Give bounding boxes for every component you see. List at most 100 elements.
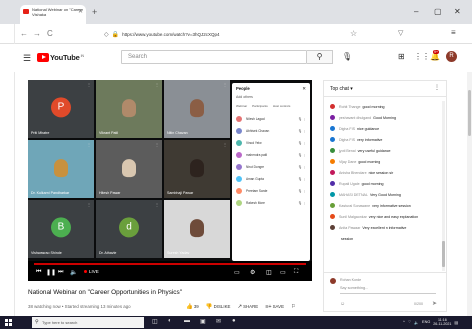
share-button[interactable]: ↗SHARE	[237, 304, 258, 310]
mail-icon[interactable]: ✉	[216, 318, 221, 325]
chat-message-avatar	[330, 104, 335, 109]
page-scrollbar-thumb[interactable]	[468, 90, 471, 136]
participant-row-avatar	[236, 175, 242, 182]
tab-title: National Webinar on "Career O Vishaka	[32, 7, 83, 17]
participant-row-avatar	[236, 187, 242, 194]
player-controls: ⏮ ❚❚ ⏭ 🔈 LIVE ▭ ⚙ ◫ ▭ ⛶	[28, 261, 312, 281]
chat-message: session	[324, 233, 442, 244]
chat-message-author: Rohit Thange	[339, 104, 361, 109]
volume-icon[interactable]: 🔈	[70, 269, 77, 276]
report-flag-button[interactable]: ⚐	[291, 304, 297, 310]
miniplayer-icon[interactable]: ◫	[266, 269, 272, 276]
skip-previous-icon[interactable]: ⏮	[36, 269, 41, 276]
notification-center-icon[interactable]: ▤	[454, 320, 458, 325]
participant-video-face	[190, 219, 204, 238]
language-indicator[interactable]: ENG	[422, 320, 430, 324]
chat-message: Kasturai Sonawane very informative sessio…	[324, 200, 442, 211]
task-view-icon[interactable]: ◫	[152, 318, 158, 325]
chat-message-author: Vijay Dane	[339, 159, 357, 164]
chat-message: jyoti Benal very useful guidance	[324, 145, 442, 156]
video-meta: 38 watching now • Started streaming 13 m…	[28, 304, 131, 309]
reload-button[interactable]: C	[47, 29, 53, 38]
volume-tray-icon[interactable]: 🔈	[414, 320, 419, 325]
participant-tile-name: Priti Mhatre	[31, 131, 50, 135]
participant-tile: P ⋮ Priti Mhatre	[28, 80, 94, 138]
send-icon[interactable]: ➤	[432, 300, 437, 307]
chat-message-author: MAHASI DETNAL	[339, 192, 368, 197]
youtube-logo[interactable]: YouTube IN	[37, 53, 84, 62]
page-scrollbar[interactable]	[467, 72, 472, 316]
taskbar-search-input[interactable]: ⚲ Type here to search	[32, 317, 144, 328]
taskbar-clock[interactable]: 11:16 26-11-2021	[433, 318, 451, 326]
participant-video-face	[54, 159, 68, 178]
dislike-label: DISLIKE	[213, 304, 231, 309]
firefox-icon[interactable]: ●	[232, 318, 236, 324]
system-tray: ^ ⌔ 🔈 ENG 11:16 26-11-2021 ▤	[403, 318, 458, 326]
emoji-icon[interactable]: ☺	[340, 301, 345, 307]
youtube-header: ☰ YouTube IN Search ⚲ 🎙 ⊞ ⋮⋮ 🔔 9+ R	[0, 44, 472, 72]
live-progress-bar[interactable]	[34, 263, 306, 265]
participant-tile: ⋮ Suresh Yadav	[164, 200, 230, 258]
participants-panel: People ✕ Add others Webinar Participants…	[232, 83, 310, 261]
subtitles-icon[interactable]: ▭	[234, 269, 240, 276]
account-avatar[interactable]: R	[446, 51, 457, 62]
skip-next-icon[interactable]: ⏭	[58, 269, 63, 276]
participant-tile: ⋮ Dr. Kulkarni Pandharkar	[28, 140, 94, 198]
store-icon[interactable]: ▣	[200, 318, 206, 325]
maximize-button[interactable]: ▢	[434, 7, 442, 16]
chat-message-text: Very Good Morning	[369, 192, 401, 197]
chat-message-text: good morning	[358, 159, 381, 164]
participant-tile-name: Dr. Athavle	[99, 251, 117, 255]
search-input[interactable]: Search	[121, 50, 307, 64]
chat-scrollbar-thumb[interactable]	[442, 241, 445, 267]
video-player[interactable]: P ⋮ Priti Mhatre ⋮ Vikrant Patil ⋮ Nitin Chava…	[28, 80, 312, 281]
chat-message-avatar	[330, 236, 335, 241]
back-button[interactable]: ←	[20, 29, 28, 38]
chat-message: Vijay Dane good morning	[324, 156, 442, 167]
live-indicator[interactable]: LIVE	[84, 269, 99, 275]
clock-date: 26-11-2021	[433, 322, 452, 327]
like-button[interactable]: 👍39	[186, 304, 199, 310]
new-tab-button[interactable]: +	[92, 7, 97, 17]
browser-menu-icon[interactable]: ≡	[451, 28, 456, 37]
bookmark-star-icon[interactable]: ☆	[350, 29, 357, 38]
youtube-play-logo-icon	[37, 53, 49, 62]
browser-tab[interactable]: National Webinar on "Career O Vishaka ✕	[20, 5, 86, 24]
participant-row-name: Preetam Sarde	[246, 188, 268, 193]
search-button[interactable]: ⚲	[307, 50, 333, 64]
edge-browser-icon[interactable]: ◐	[168, 318, 172, 324]
chat-message-avatar	[330, 214, 335, 219]
forward-button[interactable]: →	[33, 29, 41, 38]
microphone-icon[interactable]: 🎙	[342, 52, 352, 61]
pocket-icon[interactable]: ▽	[398, 29, 403, 37]
theater-mode-icon[interactable]: ▭	[280, 269, 286, 276]
hamburger-menu-icon[interactable]: ☰	[23, 53, 31, 64]
close-window-button[interactable]: ✕	[454, 7, 461, 16]
save-button[interactable]: ≡+SAVE	[265, 304, 284, 310]
chat-message: Rupali Ugale good morning	[324, 178, 442, 189]
chat-scrollbar[interactable]	[442, 101, 445, 271]
tray-up-arrow-icon[interactable]: ^	[403, 320, 405, 324]
chat-message: Digha FIS very informative	[324, 134, 442, 145]
create-video-icon[interactable]: ⊞	[398, 52, 405, 61]
tab-close-icon[interactable]: ✕	[78, 8, 83, 15]
pause-icon[interactable]: ❚❚	[46, 269, 56, 276]
apps-grid-icon[interactable]: ⋮⋮	[414, 52, 430, 61]
network-icon[interactable]: ⌔	[408, 320, 412, 325]
chat-more-options-icon[interactable]: ⋮	[434, 84, 440, 91]
like-count: 39	[193, 304, 199, 309]
chat-input-area: Rohan Korde Say something... ☺ 0/200 ➤	[324, 272, 446, 311]
dislike-button[interactable]: 👎DISLIKE	[206, 304, 231, 310]
chat-message-input[interactable]: Say something...	[340, 286, 436, 294]
thumbs-up-icon: 👍	[186, 304, 193, 310]
windows-start-icon[interactable]	[5, 319, 12, 326]
participant-row-mic-icon: 🎙 ⋮	[297, 116, 306, 121]
fullscreen-icon[interactable]: ⛶	[294, 269, 298, 276]
minimize-button[interactable]: –	[414, 7, 418, 16]
participant-video-face	[122, 159, 136, 178]
live-chat-panel: Top chat ▾ ⋮ Rohit Thange good morning yes…	[323, 80, 447, 312]
file-explorer-icon[interactable]: ▬	[184, 318, 190, 324]
settings-gear-icon[interactable]: ⚙	[250, 269, 255, 276]
chat-mode-dropdown[interactable]: Top chat ▾	[330, 86, 353, 92]
address-bar[interactable]: ◇ 🔒 https://www.youtube.com/watch?v=3hQJ…	[104, 28, 348, 40]
